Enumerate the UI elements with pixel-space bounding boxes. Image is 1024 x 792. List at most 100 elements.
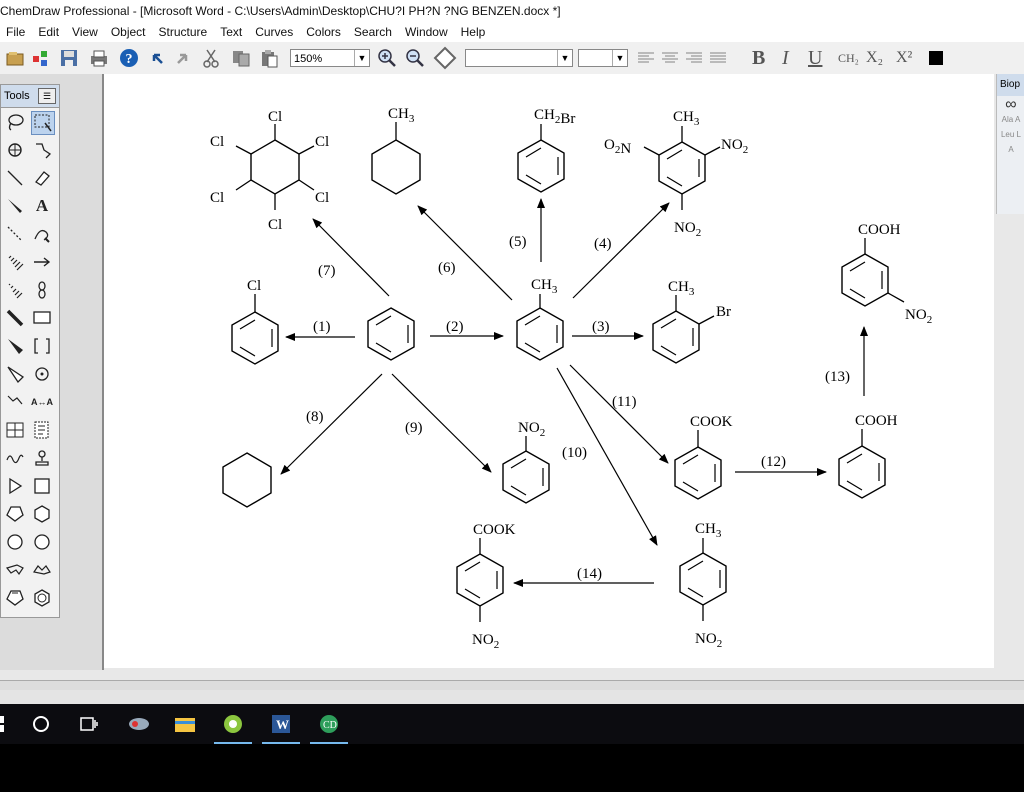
menu-text[interactable]: Text [214, 22, 249, 42]
symbol-icon[interactable] [31, 363, 53, 385]
word-icon[interactable]: W [262, 712, 300, 744]
help-icon[interactable]: ? [118, 47, 140, 69]
orbital-icon[interactable] [31, 279, 53, 301]
substituent-label: Cl [268, 109, 282, 125]
italic-button[interactable]: I [782, 47, 789, 69]
subscript-button[interactable]: X₂ [866, 47, 883, 69]
cyclobutane-icon[interactable] [31, 475, 53, 497]
eraser-icon[interactable] [31, 167, 53, 189]
font-size-select[interactable]: ▼ [578, 49, 628, 67]
superscript-button[interactable]: X² [896, 47, 912, 69]
chair2-icon[interactable] [31, 559, 53, 581]
color-icon[interactable] [926, 47, 946, 69]
marquee-icon[interactable] [31, 111, 55, 135]
tools-palette-header[interactable]: Tools ☰ [1, 85, 59, 108]
menu-object[interactable]: Object [105, 22, 153, 42]
windows-taskbar: W CD [0, 704, 1024, 744]
zoom-out-icon[interactable] [404, 47, 426, 69]
menu-edit[interactable]: Edit [32, 22, 66, 42]
menu-window[interactable]: Window [399, 22, 455, 42]
file-explorer-icon[interactable] [172, 712, 198, 736]
reaction-label-4: (4) [594, 236, 612, 252]
zoom-in-icon[interactable] [376, 47, 398, 69]
bold-bond-icon[interactable] [4, 307, 26, 329]
rotate-icon[interactable] [4, 139, 26, 161]
hashed-wedge-icon[interactable] [4, 279, 26, 301]
hashed-bond-icon[interactable] [4, 251, 26, 273]
align-left-icon[interactable] [636, 47, 656, 69]
chemical-format-button[interactable]: CH₂ [838, 47, 859, 69]
cyclopentane-icon[interactable] [4, 503, 26, 525]
bracket-icon[interactable] [31, 335, 53, 357]
bond-icon[interactable] [4, 167, 26, 189]
chevron-down-icon[interactable]: ▼ [354, 50, 369, 66]
fragment-icon[interactable] [31, 139, 53, 161]
menu-file[interactable]: File [0, 22, 32, 42]
fit-to-window-icon[interactable] [432, 46, 458, 70]
table-icon[interactable] [4, 419, 26, 441]
chain-icon[interactable] [4, 391, 26, 413]
menu-curves[interactable]: Curves [249, 22, 300, 42]
bold-wedge-icon[interactable] [4, 335, 26, 357]
search-icon[interactable] [28, 712, 54, 736]
windows-start-icon[interactable] [0, 712, 18, 736]
benzene-icon[interactable] [31, 587, 53, 609]
cyclopropane-icon[interactable] [4, 475, 26, 497]
nucleotide-a[interactable]: A [997, 145, 1024, 154]
paste-icon[interactable] [258, 47, 280, 69]
menu-structure[interactable]: Structure [153, 22, 215, 42]
cyclohexane-icon[interactable] [31, 503, 53, 525]
cyclooctane-icon[interactable] [31, 531, 53, 553]
drawing-canvas[interactable]: CH3 Cl Cl Cl Cl Cl Cl Cl CH3 CH2Br CH3 O… [104, 74, 994, 668]
copy-icon[interactable] [230, 47, 252, 69]
font-name-select[interactable]: ▼ [465, 49, 573, 67]
lasso-icon[interactable] [4, 111, 26, 133]
cycloheptane-icon[interactable] [4, 531, 26, 553]
reaction-label-3: (3) [592, 319, 610, 335]
print-icon[interactable] [88, 47, 110, 69]
underline-button[interactable]: U [808, 47, 822, 69]
chevron-down-icon[interactable]: ▼ [557, 50, 572, 66]
palette-menu-icon[interactable]: ☰ [38, 88, 56, 104]
amino-acid-leu[interactable]: Leu L [997, 130, 1024, 139]
chemdraw-icon[interactable]: CD [310, 712, 348, 744]
app-icon[interactable] [126, 712, 152, 736]
substituent-label: Cl [315, 190, 329, 206]
hollow-wedge-icon[interactable] [4, 363, 26, 385]
stamp-icon[interactable] [31, 447, 53, 469]
justify-icon[interactable] [708, 47, 728, 69]
methylcyclohexane-molecule: CH3 [371, 106, 421, 195]
menu-help[interactable]: Help [455, 22, 493, 42]
open-icon[interactable] [4, 47, 26, 69]
menu-search[interactable]: Search [348, 22, 399, 42]
biopolymer-panel-title[interactable]: Biop [997, 74, 1024, 96]
align-right-icon[interactable] [684, 47, 704, 69]
chevron-down-icon[interactable]: ▼ [612, 50, 627, 66]
menu-view[interactable]: View [66, 22, 105, 42]
pen-icon[interactable] [31, 223, 53, 245]
template-icon[interactable] [31, 419, 53, 441]
chair1-icon[interactable] [4, 559, 26, 581]
menu-colors[interactable]: Colors [300, 22, 348, 42]
substituent-label: Cl [247, 278, 261, 294]
bold-button[interactable]: B [752, 47, 765, 69]
atom-map-icon[interactable]: A↔A [27, 391, 57, 413]
rectangle-icon[interactable] [31, 307, 53, 329]
biopolymer-tool-icon[interactable]: ∞ [997, 97, 1024, 113]
arrow-icon[interactable] [31, 251, 53, 273]
text-icon[interactable]: A [31, 195, 53, 217]
acyclic-chain-icon[interactable] [4, 447, 26, 469]
align-center-icon[interactable] [660, 47, 680, 69]
dashed-bond-icon[interactable] [4, 223, 26, 245]
task-view-icon[interactable] [76, 712, 102, 736]
app-green-icon[interactable] [214, 712, 252, 744]
undo-icon[interactable] [146, 47, 168, 69]
save-icon[interactable] [58, 47, 80, 69]
zoom-select[interactable]: 150% ▼ [290, 49, 370, 67]
cyclopentadiene-icon[interactable] [4, 587, 26, 609]
wedge-bond-icon[interactable] [4, 195, 26, 217]
templates-icon[interactable] [30, 47, 52, 69]
redo-icon[interactable] [172, 47, 194, 69]
amino-acid-ala[interactable]: Ala A [997, 115, 1024, 124]
cut-icon[interactable] [200, 47, 222, 69]
